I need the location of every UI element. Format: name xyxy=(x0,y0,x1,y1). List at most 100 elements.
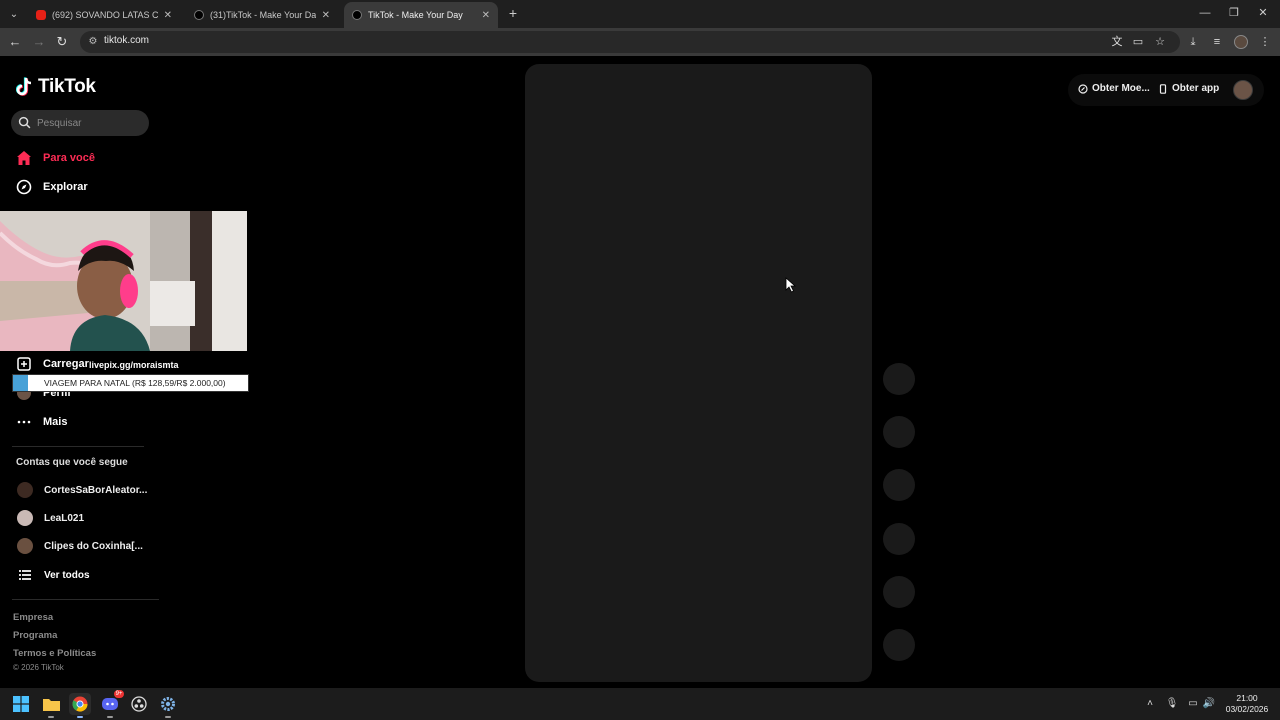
browser-tab-tiktok-1[interactable]: (31)TikTok - Make Your Day ✕ xyxy=(186,2,338,28)
close-tab-icon[interactable]: ✕ xyxy=(164,10,172,21)
search-input[interactable] xyxy=(37,114,142,132)
footer-link-programa[interactable]: Programa xyxy=(13,630,57,641)
logo-text: TikTok xyxy=(38,76,96,97)
forward-button[interactable]: → xyxy=(30,33,48,51)
video-player-placeholder[interactable] xyxy=(525,64,872,682)
browser-tab-tiktok-active[interactable]: TikTok - Make Your Day ✕ xyxy=(344,2,498,28)
nav-label: Para você xyxy=(43,152,95,164)
get-app-label: Obter app xyxy=(1172,83,1220,94)
nav-explorar[interactable]: Explorar xyxy=(16,176,88,198)
sidebar-divider xyxy=(12,599,159,600)
media-controls-icon[interactable]: ≡ xyxy=(1208,33,1226,51)
translate-icon[interactable]: 文 xyxy=(1108,33,1126,51)
browser-profile-avatar[interactable] xyxy=(1234,35,1248,49)
search-box[interactable] xyxy=(11,110,149,136)
close-tab-icon[interactable]: ✕ xyxy=(482,10,490,21)
chrome-icon xyxy=(72,696,88,712)
tiktok-page: TikTok Para você Explorar Carregar Perfi… xyxy=(0,56,1280,688)
footer-link-termos[interactable]: Termos e Políticas xyxy=(13,648,96,659)
search-icon xyxy=(18,116,31,129)
more-icon xyxy=(16,414,32,430)
tiktok-icon xyxy=(352,10,362,20)
sidebar-divider xyxy=(12,446,144,447)
site-info-icon[interactable]: ⚙ xyxy=(86,35,100,49)
see-all-button[interactable]: Ver todos xyxy=(17,567,90,583)
tiktok-icon xyxy=(194,10,204,20)
new-tab-button[interactable]: + xyxy=(504,4,522,22)
webcam-overlay xyxy=(0,211,247,351)
windows-taskbar: 9+ ˄ 🎙 ▭ 🔊 21:00 03/02/2026 xyxy=(0,688,1280,720)
following-account[interactable]: Clipes do Coxinha[... xyxy=(17,538,143,554)
donation-goal-text: VIAGEM PARA NATAL (R$ 128,59/R$ 2.000,00… xyxy=(44,378,226,388)
restore-button[interactable]: ❐ xyxy=(1219,4,1249,22)
bookmark-star-icon[interactable]: ☆ xyxy=(1151,33,1169,51)
close-window-button[interactable]: ✕ xyxy=(1248,4,1278,22)
avatar-placeholder[interactable] xyxy=(883,363,915,395)
address-bar[interactable]: ⚙ tiktok.com xyxy=(80,31,1180,53)
obs-icon xyxy=(131,696,147,712)
save-button-placeholder[interactable] xyxy=(883,523,915,555)
account-name: CortesSaBorAleator... xyxy=(44,484,148,496)
obs-button[interactable] xyxy=(128,693,150,715)
copyright-text: © 2026 TikTok xyxy=(13,663,64,672)
account-avatar xyxy=(17,538,33,554)
clock-date: 03/02/2026 xyxy=(1225,704,1269,714)
nav-mais[interactable]: Mais xyxy=(16,411,67,433)
nav-carregar[interactable]: Carregar xyxy=(16,353,89,375)
following-account[interactable]: LeaL021 xyxy=(17,510,84,526)
nav-para-voce[interactable]: Para você xyxy=(16,147,95,169)
get-coins-label: Obter Moe... xyxy=(1092,83,1150,94)
download-icon[interactable]: ⤓ xyxy=(1184,33,1202,51)
tab-title: TikTok - Make Your Day xyxy=(368,10,463,20)
mouse-cursor-icon xyxy=(785,277,797,293)
following-section-title: Contas que você segue xyxy=(16,457,128,468)
settings-button[interactable] xyxy=(157,693,179,718)
tab-title: (692) SOVANDO LATAS COM 🎯 xyxy=(52,9,158,20)
clock-time: 21:00 xyxy=(1236,693,1258,703)
upload-icon xyxy=(16,356,32,372)
microphone-icon[interactable]: 🎙 xyxy=(1165,697,1179,711)
reload-button[interactable]: ↻ xyxy=(53,33,71,51)
phone-icon xyxy=(1159,83,1167,94)
nav-label: Mais xyxy=(43,416,68,428)
coin-icon xyxy=(1078,83,1088,94)
network-icon[interactable]: ▭ xyxy=(1186,697,1200,711)
close-tab-icon[interactable]: ✕ xyxy=(322,10,330,21)
minimize-button[interactable]: — xyxy=(1190,4,1220,22)
volume-icon[interactable]: 🔊 xyxy=(1202,697,1216,711)
start-button[interactable] xyxy=(10,693,32,715)
list-icon xyxy=(17,567,33,583)
streamer-webcam-image xyxy=(0,211,247,351)
footer-link-empresa[interactable]: Empresa xyxy=(13,612,53,623)
system-clock[interactable]: 21:00 03/02/2026 xyxy=(1222,693,1272,715)
donation-goal-bar: VIAGEM PARA NATAL (R$ 128,59/R$ 2.000,00… xyxy=(12,374,249,392)
like-button-placeholder[interactable] xyxy=(883,416,915,448)
account-avatar xyxy=(17,510,33,526)
share-button-placeholder[interactable] xyxy=(883,576,915,608)
discord-button[interactable]: 9+ xyxy=(99,690,124,718)
comment-button-placeholder[interactable] xyxy=(883,469,915,501)
browser-tab-youtube[interactable]: (692) SOVANDO LATAS COM 🎯 ✕ xyxy=(28,2,180,28)
tiktok-logo[interactable]: TikTok xyxy=(16,76,96,98)
chrome-button[interactable] xyxy=(69,693,91,718)
youtube-icon xyxy=(36,10,46,20)
see-all-label: Ver todos xyxy=(44,569,90,581)
chevron-up-icon[interactable]: ˄ xyxy=(1143,697,1157,711)
get-coins-button[interactable]: Obter Moe... xyxy=(1078,83,1150,94)
discord-icon xyxy=(102,698,118,710)
browser-tab-bar: ⌄ (692) SOVANDO LATAS COM 🎯 ✕ (31)TikTok… xyxy=(0,0,1280,28)
music-disc-placeholder[interactable] xyxy=(883,629,915,661)
browser-menu-icon[interactable]: ⋮ xyxy=(1256,33,1274,51)
compass-icon xyxy=(16,179,32,195)
following-account[interactable]: CortesSaBorAleator... xyxy=(17,482,147,498)
back-button[interactable]: ← xyxy=(6,33,24,51)
file-explorer-button[interactable] xyxy=(40,693,62,718)
account-name: LeaL021 xyxy=(44,512,85,524)
nav-label: Carregar xyxy=(43,358,89,370)
get-app-button[interactable]: Obter app xyxy=(1158,83,1219,94)
tab-search-button[interactable]: ⌄ xyxy=(4,4,24,24)
browser-toolbar: ← → ↻ ⚙ tiktok.com 文 ▭ ☆ ⤓ ≡ ⋮ xyxy=(0,28,1280,56)
cast-icon[interactable]: ▭ xyxy=(1129,33,1147,51)
user-avatar[interactable] xyxy=(1233,80,1253,100)
nav-label: Explorar xyxy=(43,181,88,193)
